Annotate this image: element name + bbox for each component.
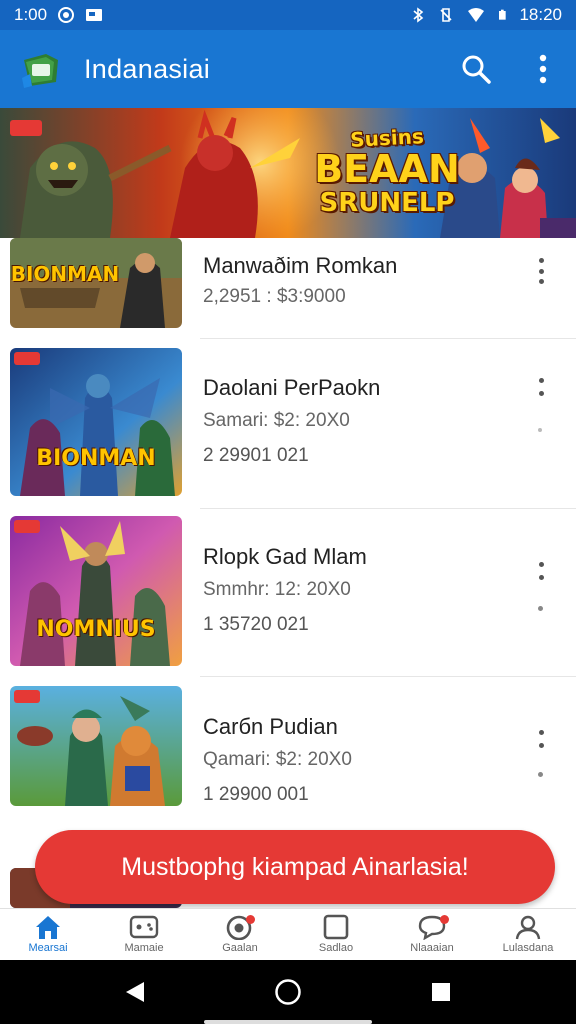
notification-dot [246, 915, 255, 924]
item-thumbnail[interactable]: NOMNIUS [10, 516, 182, 666]
indicator-dot [538, 772, 543, 777]
nav-chat[interactable]: Nlaaaian [384, 909, 480, 960]
nav-target[interactable]: Gaalan [192, 909, 288, 960]
thumbnail-badge [14, 520, 40, 533]
item-title: Carбn Pudian [203, 714, 338, 739]
status-clock: 18:20 [519, 5, 562, 24]
item-thumbnail[interactable] [10, 686, 182, 806]
nav-label: Sadlao [318, 942, 354, 954]
bottom-navigation: Mearsai Mamaie Gaalan Sadlao Nlaaaian Lu… [0, 908, 576, 960]
more-vert-icon[interactable] [534, 730, 548, 748]
list-item[interactable]: BIONMAN Manwaðim Romkan 2,2951 : $3:9000 [0, 238, 576, 338]
item-title: Daolani PerPaokn [203, 375, 381, 400]
gesture-handle [204, 1020, 372, 1024]
banner-line3: SRUNELP [319, 188, 455, 218]
more-vert-icon[interactable] [534, 378, 548, 396]
item-subtitle: 2,2951 : $3:9000 [203, 286, 346, 307]
status-bar: 1:00 18:20 [0, 0, 576, 30]
nav-home[interactable]: Mearsai [0, 909, 96, 960]
nav-label: Nlaaaian [410, 942, 454, 954]
recents-icon[interactable] [430, 981, 452, 1003]
nav-label: Mearsai [28, 942, 68, 954]
profile-icon [515, 915, 541, 940]
more-vert-icon[interactable] [534, 562, 548, 580]
thumbnail-logo: NOMNIUS [36, 617, 156, 642]
app-title: Indanasiai [84, 53, 211, 84]
divider [200, 508, 576, 509]
thumbnail-logo: BIONMAN [10, 262, 120, 286]
app-screen: 1:00 18:20 Indanasiai Susins BEAAN SRUNE… [0, 0, 576, 1024]
circle-badge-icon [58, 7, 75, 23]
list-item[interactable]: Carбn Pudian Qamari: $2: 20X0 1 29900 00… [0, 686, 576, 846]
notification-dot [440, 915, 449, 924]
divider [200, 338, 576, 339]
wifi-icon [468, 8, 485, 22]
item-thumbnail[interactable]: BIONMAN [10, 348, 182, 496]
nav-label: Lulasdana [502, 942, 554, 954]
divider [200, 676, 576, 677]
item-code: 1 29900 001 [203, 784, 309, 805]
nav-games[interactable]: Mamaie [96, 909, 192, 960]
system-navigation-bar [0, 960, 576, 1024]
home-circle-icon[interactable] [274, 978, 302, 1006]
banner-badge [10, 120, 42, 136]
home-icon [36, 916, 60, 939]
item-subtitle: Samari: $2: 20X0 [203, 410, 350, 431]
status-time: 1:00 [14, 5, 48, 24]
app-logo-icon[interactable] [18, 46, 64, 92]
cta-button[interactable]: Mustbophg kiampad Ainarlasia! [35, 830, 555, 904]
item-thumbnail[interactable]: BIONMAN [10, 238, 182, 328]
nav-label: Mamaie [124, 942, 164, 954]
bluetooth-icon [413, 7, 424, 23]
item-title: Rlopk Gad Mlam [203, 544, 367, 569]
item-subtitle: Smmhr: 12: 20X0 [203, 579, 351, 600]
banner-artwork [0, 108, 576, 238]
banner-title: Susins BEAAN SRUNELP [312, 124, 462, 218]
item-subtitle: Qamari: $2: 20X0 [203, 749, 352, 770]
promo-banner[interactable]: Susins BEAAN SRUNELP [0, 108, 576, 238]
gamepad-icon [129, 915, 159, 939]
list-item[interactable]: BIONMAN Daolani PerPaokn Samari: $2: 20X… [0, 348, 576, 508]
nav-square[interactable]: Sadlao [288, 909, 384, 960]
thumbnail-badge [14, 690, 40, 703]
nav-profile[interactable]: Lulasdana [480, 909, 576, 960]
nav-label: Gaalan [222, 942, 258, 954]
square-icon [323, 914, 349, 940]
thumbnail-badge [14, 352, 40, 365]
indicator-dot [538, 606, 543, 611]
back-icon[interactable] [124, 980, 146, 1004]
item-code: 2 29901 021 [203, 445, 309, 466]
image-notification-icon [86, 9, 103, 21]
vibrate-icon [440, 8, 453, 22]
thumbnail-logo: BIONMAN [36, 446, 156, 471]
banner-line2: BEAAN [314, 147, 460, 191]
item-code: 1 35720 021 [203, 614, 309, 635]
more-vert-icon[interactable] [538, 53, 548, 85]
battery-icon [499, 9, 507, 20]
indicator-dot [538, 428, 542, 432]
search-icon[interactable] [460, 53, 492, 85]
list-item[interactable]: NOMNIUS Rlopk Gad Mlam Smmhr: 12: 20X0 1… [0, 516, 576, 676]
more-vert-icon[interactable] [534, 258, 548, 284]
app-bar: Indanasiai [0, 30, 576, 108]
item-title: Manwaðim Romkan [203, 253, 398, 278]
